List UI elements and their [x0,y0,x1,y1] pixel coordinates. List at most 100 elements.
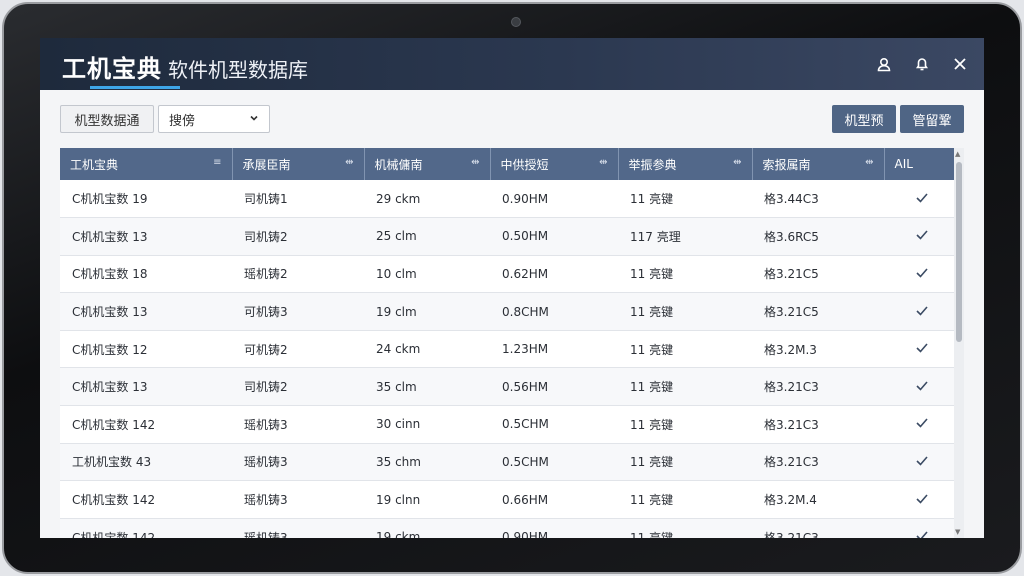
table-cell: 1.23HM [490,330,618,369]
table-cell: 11 亮键 [618,518,752,538]
scroll-down-icon[interactable]: ▼ [955,528,960,536]
table-cell: 可机铸2 [232,330,364,369]
data-table: 工机宝典 ≡ 承展臣南 ⇹ 机械傭南 ⇹ 中供授短 ⇹ 举振参典 ⇹ 索报属南 ⇹ AIL C机机宝数 … [60,148,960,538]
column-header[interactable]: AIL [884,148,960,180]
table-cell: 10 clm [364,255,490,294]
table-cell: 19 ckm [364,518,490,538]
filter-button[interactable]: 机型数据通 [60,105,154,133]
table-cell: 格3.21C5 [752,255,884,294]
sort-icon[interactable]: ⇹ [471,157,479,168]
table-cell: 11 亮键 [618,330,752,369]
table-cell: 格3.21C3 [752,405,884,444]
table-row[interactable]: C机机宝数 142 瑶机铸3 30 cinn 0.5CHM 11 亮键 格3.21C3 [60,405,960,444]
scroll-thumb[interactable] [956,162,962,342]
column-header-label: 机械傭南 [374,157,423,172]
column-header-label: 中供授短 [500,157,549,172]
app-title: 工机宝典 软件机型数据库 [62,49,308,83]
table-row[interactable]: 工机机宝数 43 瑶机铸3 35 chm 0.5CHM 11 亮键 格3.21C3 [60,443,960,482]
title-underline [90,86,180,89]
table-cell: 0.5CHM [490,405,618,444]
column-header[interactable]: 机械傭南 ⇹ [364,148,491,180]
title-actions [872,52,972,76]
check-icon [884,443,960,482]
search-select-value: 搜傍 [169,113,196,129]
model-action-button[interactable]: 机型预 [832,105,896,133]
table-cell: 0.8CHM [490,292,618,331]
search-select[interactable]: 搜傍 [158,105,270,133]
table-cell: 11 亮键 [618,180,752,219]
table-row[interactable]: C机机宝数 18 瑶机铸2 10 clm 0.62HM 11 亮键 格3.21C5 [60,255,960,294]
toolbar: 机型数据通 搜傍 机型预 管留鞏 [40,90,984,146]
camera-dot [511,17,521,27]
column-header[interactable]: 工机宝典 ≡ [60,148,233,180]
table-row[interactable]: C机机宝数 19 司机铸1 29 ckm 0.90HM 11 亮键 格3.44C3 [60,180,960,219]
column-header[interactable]: 举振参典 ⇹ [618,148,753,180]
close-icon[interactable] [948,52,972,76]
table-row[interactable]: C机机宝数 142 瑶机铸3 19 ckm 0.90HM 11 亮键 格3.21C3 [60,518,960,538]
table-cell: 11 亮键 [618,405,752,444]
check-icon [884,480,960,519]
check-icon [884,330,960,369]
table-cell: 11 亮键 [618,443,752,482]
table-cell: C机机宝数 19 [60,180,232,219]
table-cell: C机机宝数 142 [60,518,232,538]
table-cell: 瑶机铸3 [232,443,364,482]
table-cell: 0.66HM [490,480,618,519]
table-cell: 25 clm [364,217,490,256]
table-cell: C机机宝数 12 [60,330,232,369]
table-cell: 24 ckm [364,330,490,369]
table-cell: 瑶机铸2 [232,255,364,294]
table-cell: 瑶机铸3 [232,480,364,519]
user-icon[interactable] [872,52,896,76]
table-cell: 11 亮键 [618,255,752,294]
bell-icon[interactable] [910,52,934,76]
table-cell: 19 clnn [364,480,490,519]
table-cell: C机机宝数 142 [60,405,232,444]
table-cell: 0.90HM [490,518,618,538]
table-cell: 117 亮理 [618,217,752,256]
sort-icon[interactable]: ⇹ [865,157,873,168]
vertical-scrollbar[interactable]: ▲ ▼ [954,148,964,538]
table-cell: C机机宝数 18 [60,255,232,294]
table-cell: 司机铸1 [232,180,364,219]
check-icon [884,405,960,444]
table-cell: 0.56HM [490,367,618,407]
table-cell: C机机宝数 13 [60,367,232,407]
table-cell: 格3.21C5 [752,292,884,331]
column-header[interactable]: 承展臣南 ⇹ [232,148,365,180]
column-header-label: 工机宝典 [70,157,119,172]
table-cell: C机机宝数 13 [60,217,232,256]
table-row[interactable]: C机机宝数 13 可机铸3 19 clm 0.8CHM 11 亮键 格3.21C5 [60,292,960,331]
sort-icon[interactable]: ⇹ [599,157,607,168]
table-row[interactable]: C机机宝数 12 可机铸2 24 ckm 1.23HM 11 亮键 格3.2M.3 [60,330,960,369]
chevron-down-icon [249,112,259,127]
app-subtitle: 软件机型数据库 [168,58,308,82]
sort-icon[interactable]: ⇹ [345,157,353,168]
table-cell: 瑶机铸3 [232,405,364,444]
table-cell: 35 chm [364,443,490,482]
table-cell: 35 clm [364,367,490,407]
table-cell: C机机宝数 13 [60,292,232,331]
sort-icon[interactable]: ⇹ [733,157,741,168]
table-cell: 0.62HM [490,255,618,294]
table-cell: 格3.6RC5 [752,217,884,256]
table-cell: C机机宝数 142 [60,480,232,519]
table-cell: 29 ckm [364,180,490,219]
check-icon [884,180,960,219]
table-cell: 格3.21C3 [752,367,884,407]
column-header[interactable]: 索报属南 ⇹ [752,148,885,180]
scroll-up-icon[interactable]: ▲ [955,150,960,158]
sort-icon[interactable]: ≡ [213,157,221,168]
table-row[interactable]: C机机宝数 142 瑶机铸3 19 clnn 0.66HM 11 亮键 格3.2M.4 [60,480,960,519]
table-cell: 工机机宝数 43 [60,443,232,482]
manage-action-button[interactable]: 管留鞏 [900,105,964,133]
table-cell: 格3.21C3 [752,518,884,538]
check-icon [884,255,960,294]
table-cell: 30 cinn [364,405,490,444]
table-cell: 11 亮键 [618,292,752,331]
table-row[interactable]: C机机宝数 13 司机铸2 35 clm 0.56HM 11 亮键 格3.21C3 [60,367,960,407]
table-cell: 司机铸2 [232,217,364,256]
column-header[interactable]: 中供授短 ⇹ [490,148,619,180]
app-brand: 工机宝典 [62,55,162,83]
table-row[interactable]: C机机宝数 13 司机铸2 25 clm 0.50HM 117 亮理 格3.6RC5 [60,217,960,256]
